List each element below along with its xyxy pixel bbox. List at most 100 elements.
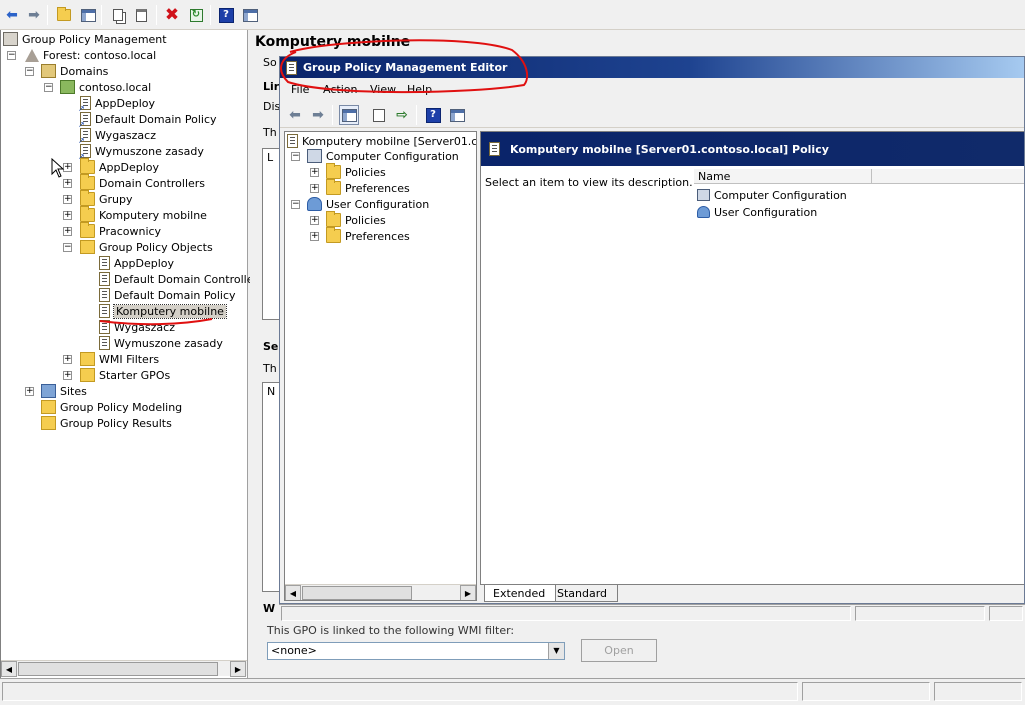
tree-item-ou[interactable]: Grupy <box>80 190 133 207</box>
menu-action[interactable]: Action <box>323 83 357 96</box>
properties-icon[interactable] <box>240 5 260 25</box>
tree-item-forest[interactable]: Forest: contoso.local <box>25 47 156 63</box>
show-hide-tree-icon[interactable] <box>339 105 359 125</box>
gpme-tree-computer-config[interactable]: Computer Configuration <box>307 148 459 164</box>
wmi-filter-value: <none> <box>271 644 317 657</box>
export-list-icon[interactable]: ⇨ <box>392 105 412 125</box>
expand-icon[interactable]: + <box>63 355 72 364</box>
expand-icon[interactable]: + <box>63 195 72 204</box>
ou-folder-icon <box>80 158 95 174</box>
back-icon[interactable]: ⬅ <box>2 5 22 25</box>
forward-icon[interactable]: ➡ <box>24 5 44 25</box>
expand-icon[interactable]: + <box>63 227 72 236</box>
show-hide-tree-icon[interactable] <box>78 5 98 25</box>
gpme-tree-scrollbar[interactable]: ◀ ▶ <box>285 584 476 600</box>
tree-item-modeling[interactable]: Group Policy Modeling <box>41 399 182 415</box>
scroll-left-icon[interactable]: ◀ <box>285 585 301 600</box>
forward-icon[interactable]: ➡ <box>308 105 328 125</box>
tree-item-gpo[interactable]: Default Domain Controllers <box>99 271 264 287</box>
gpme-tree-preferences[interactable]: Preferences <box>326 227 410 244</box>
links-list[interactable]: L <box>262 148 280 320</box>
delete-icon[interactable]: ✖ <box>162 5 182 25</box>
tree-label: Group Policy Management <box>22 32 167 46</box>
tree-item-gpo-link[interactable]: AppDeploy <box>78 95 155 113</box>
tree-item-gpo-link[interactable]: Default Domain Policy <box>78 111 217 129</box>
tree-item-gpo-link[interactable]: Wygaszacz <box>78 127 156 145</box>
tree-item-gpo[interactable]: AppDeploy <box>99 255 174 271</box>
column-header-empty[interactable] <box>872 169 1024 184</box>
chevron-down-icon[interactable]: ▼ <box>548 643 564 659</box>
tree-item-domain[interactable]: contoso.local <box>60 79 151 95</box>
tree-item-ou[interactable]: Pracownicy <box>80 222 161 239</box>
gpme-titlebar[interactable]: Group Policy Management Editor <box>280 57 1024 78</box>
tree-item-domains[interactable]: Domains <box>41 63 108 79</box>
tree-label: Forest: contoso.local <box>43 48 157 62</box>
tree-item-gpo[interactable]: Default Domain Policy <box>99 287 236 303</box>
gpme-tree-policies[interactable]: Policies <box>326 163 386 180</box>
expand-icon[interactable]: + <box>310 216 319 225</box>
wmi-folder-icon <box>80 352 95 366</box>
list-item-user-config[interactable]: User Configuration <box>697 204 817 220</box>
expand-icon[interactable]: + <box>63 371 72 380</box>
expand-icon[interactable]: + <box>310 232 319 241</box>
tree-horizontal-scrollbar[interactable]: ◀ ▶ <box>1 660 247 677</box>
open-button[interactable]: Open <box>581 639 657 662</box>
gpme-tree-root[interactable]: Komputery mobilne [Server01.cont <box>287 133 476 149</box>
expand-icon[interactable]: + <box>310 184 319 193</box>
expand-icon[interactable]: + <box>25 387 34 396</box>
tree-item-gpo[interactable]: Wygaszacz <box>99 319 175 335</box>
expand-icon[interactable]: + <box>63 179 72 188</box>
scroll-thumb[interactable] <box>302 586 412 600</box>
menu-file[interactable]: File <box>291 83 309 96</box>
collapse-icon[interactable]: − <box>291 200 300 209</box>
expand-icon[interactable]: + <box>310 168 319 177</box>
tree-label: Wymuszone zasady <box>95 144 204 158</box>
list-item-computer-config[interactable]: Computer Configuration <box>697 187 847 203</box>
menu-help[interactable]: Help <box>407 83 432 96</box>
list-view-icon[interactable] <box>369 105 389 125</box>
help-icon[interactable]: ? <box>423 105 443 125</box>
menu-view[interactable]: View <box>370 83 396 96</box>
tree-item-gpo[interactable]: Wymuszone zasady <box>99 335 223 351</box>
security-text: Th <box>263 362 277 375</box>
tree-item-sites[interactable]: Sites <box>41 383 87 399</box>
tree-item-wmi-filters[interactable]: WMI Filters <box>80 351 159 367</box>
tree-item-results[interactable]: Group Policy Results <box>41 415 172 431</box>
scroll-thumb[interactable] <box>18 662 218 676</box>
tree-item-starter-gpos[interactable]: Starter GPOs <box>80 367 170 383</box>
paste-icon[interactable] <box>131 5 151 25</box>
column-header-name[interactable]: Name <box>694 169 872 184</box>
tree-item-root[interactable]: Group Policy Management <box>3 31 167 47</box>
gpme-tree-preferences[interactable]: Preferences <box>326 179 410 196</box>
list-column: N <box>267 385 276 398</box>
collapse-icon[interactable]: − <box>44 83 53 92</box>
collapse-icon[interactable]: − <box>25 67 34 76</box>
back-icon[interactable]: ⬅ <box>285 105 305 125</box>
up-icon[interactable] <box>54 5 74 25</box>
help-icon[interactable]: ? <box>216 5 236 25</box>
collapse-icon[interactable]: − <box>7 51 16 60</box>
tree-item-gpo-link[interactable]: Wymuszone zasady <box>78 143 204 161</box>
tree-item-gpo-container[interactable]: Group Policy Objects <box>80 239 213 255</box>
gpme-window[interactable]: Group Policy Management Editor File Acti… <box>279 56 1025 604</box>
collapse-icon[interactable]: − <box>291 152 300 161</box>
tree-item-gpo-selected[interactable]: Komputery mobilne <box>99 303 227 319</box>
properties-icon[interactable] <box>447 105 467 125</box>
gpo-icon <box>99 288 110 302</box>
tab-extended[interactable]: Extended <box>484 585 557 602</box>
tree-item-ou[interactable]: Domain Controllers <box>80 174 205 191</box>
gpme-tree-user-config[interactable]: User Configuration <box>307 196 429 212</box>
copy-icon[interactable] <box>108 5 128 25</box>
tree-item-ou[interactable]: Komputery mobilne <box>80 206 207 223</box>
gpme-tree-policies[interactable]: Policies <box>326 211 386 228</box>
security-list[interactable]: N <box>262 382 280 592</box>
scroll-right-icon[interactable]: ▶ <box>230 661 246 677</box>
refresh-icon[interactable]: ↻ <box>186 5 206 25</box>
tab-standard[interactable]: Standard <box>548 585 619 602</box>
wmi-filter-select[interactable]: <none> ▼ <box>267 642 565 660</box>
tree-item-ou[interactable]: AppDeploy <box>80 158 159 175</box>
scroll-right-icon[interactable]: ▶ <box>460 585 476 600</box>
scroll-left-icon[interactable]: ◀ <box>1 661 17 677</box>
expand-icon[interactable]: + <box>63 211 72 220</box>
collapse-icon[interactable]: − <box>63 243 72 252</box>
